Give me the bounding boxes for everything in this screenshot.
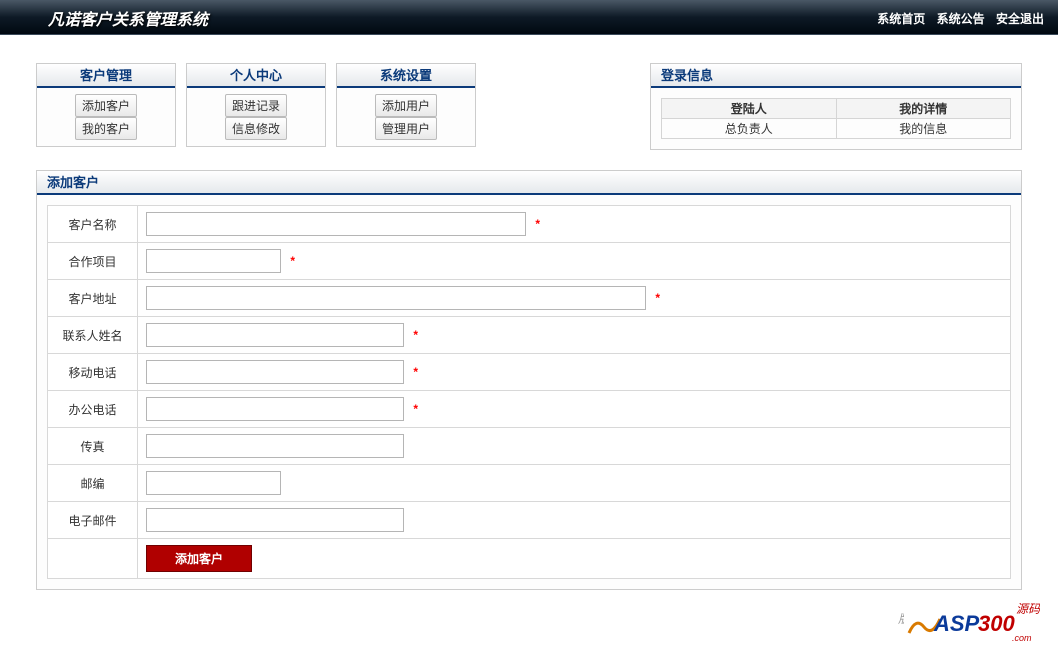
footer-version: Version:B: [36, 627, 1022, 639]
panel-customer-body: 添加客户 我的客户: [37, 88, 175, 146]
my-customers-button[interactable]: 我的客户: [75, 117, 137, 140]
svg-text:源码: 源码: [1016, 602, 1040, 616]
required-star: *: [655, 291, 660, 305]
topbar: 凡诺客户关系管理系统 系统首页 系统公告 安全退出: [0, 0, 1058, 35]
topnav: 系统首页 系统公告 安全退出: [873, 10, 1048, 27]
login-panel-title: 登录信息: [651, 64, 1021, 88]
label-fax: 传真: [48, 428, 138, 465]
label-zip: 邮编: [48, 465, 138, 502]
panel-customer: 客户管理 添加客户 我的客户: [36, 63, 176, 147]
name-input[interactable]: [146, 212, 526, 236]
email-input[interactable]: [146, 508, 404, 532]
mobile-input[interactable]: [146, 360, 404, 384]
required-star: *: [413, 365, 418, 379]
nav-home[interactable]: 系统首页: [877, 12, 925, 26]
panel-personal-body: 跟进记录 信息修改: [187, 88, 325, 146]
panel-system-title: 系统设置: [337, 64, 475, 88]
login-head-user: 登陆人: [662, 99, 837, 119]
login-table: 登陆人 我的详情 总负责人 我的信息: [661, 98, 1011, 139]
login-head-detail: 我的详情: [836, 99, 1011, 119]
form-title: 添加客户: [37, 171, 1021, 195]
panel-personal-title: 个人中心: [187, 64, 325, 88]
submit-button[interactable]: 添加客户: [146, 545, 252, 572]
project-input[interactable]: [146, 249, 281, 273]
edit-info-button[interactable]: 信息修改: [225, 117, 287, 140]
track-record-button[interactable]: 跟进记录: [225, 94, 287, 117]
login-panel-body: 登陆人 我的详情 总负责人 我的信息: [651, 88, 1021, 149]
panel-system: 系统设置 添加用户 管理用户: [336, 63, 476, 147]
footer-copyright: 版权所有 2008-2012 凡: [36, 610, 1022, 627]
add-user-button[interactable]: 添加用户: [375, 94, 437, 117]
form-table: 客户名称 * 合作项目 * 客户地址: [47, 205, 1011, 579]
required-star: *: [413, 402, 418, 416]
label-office: 办公电话: [48, 391, 138, 428]
panel-system-body: 添加用户 管理用户: [337, 88, 475, 146]
add-customer-button[interactable]: 添加客户: [75, 94, 137, 117]
office-input[interactable]: [146, 397, 404, 421]
svg-text:ASP: ASP: [933, 611, 980, 636]
address-input[interactable]: [146, 286, 646, 310]
panel-customer-title: 客户管理: [37, 64, 175, 88]
login-panel: 登录信息 登陆人 我的详情 总负责人 我的信息: [650, 63, 1022, 150]
label-submit: [48, 539, 138, 579]
required-star: *: [290, 254, 295, 268]
svg-text:.com: .com: [1012, 633, 1032, 643]
panels-row: 客户管理 添加客户 我的客户 个人中心 跟进记录 信息修改 系统设置 添加用户 …: [36, 63, 1022, 150]
content: 客户管理 添加客户 我的客户 个人中心 跟进记录 信息修改 系统设置 添加用户 …: [0, 35, 1058, 600]
required-star: *: [535, 217, 540, 231]
form-body: 客户名称 * 合作项目 * 客户地址: [37, 195, 1021, 589]
form-panel: 添加客户 客户名称 * 合作项目 *: [36, 170, 1022, 590]
nav-logout[interactable]: 安全退出: [996, 12, 1044, 26]
nav-notice[interactable]: 系统公告: [937, 12, 985, 26]
asp300-logo: ASP 300 .com 源码: [904, 597, 1040, 643]
panel-personal: 个人中心 跟进记录 信息修改: [186, 63, 326, 147]
app-title: 凡诺客户关系管理系统: [48, 6, 208, 30]
fax-input[interactable]: [146, 434, 404, 458]
label-project: 合作项目: [48, 243, 138, 280]
label-contact: 联系人姓名: [48, 317, 138, 354]
svg-text:300: 300: [978, 611, 1015, 636]
required-star: *: [413, 328, 418, 342]
label-address: 客户地址: [48, 280, 138, 317]
manage-user-button[interactable]: 管理用户: [375, 117, 437, 140]
label-mobile: 移动电话: [48, 354, 138, 391]
login-detail[interactable]: 我的信息: [836, 119, 1011, 139]
footer: 版权所有 2008-2012 凡 Version:B ASP 300 .com …: [0, 600, 1058, 645]
contact-input[interactable]: [146, 323, 404, 347]
label-email: 电子邮件: [48, 502, 138, 539]
login-user: 总负责人: [662, 119, 837, 139]
label-name: 客户名称: [48, 206, 138, 243]
zip-input[interactable]: [146, 471, 281, 495]
